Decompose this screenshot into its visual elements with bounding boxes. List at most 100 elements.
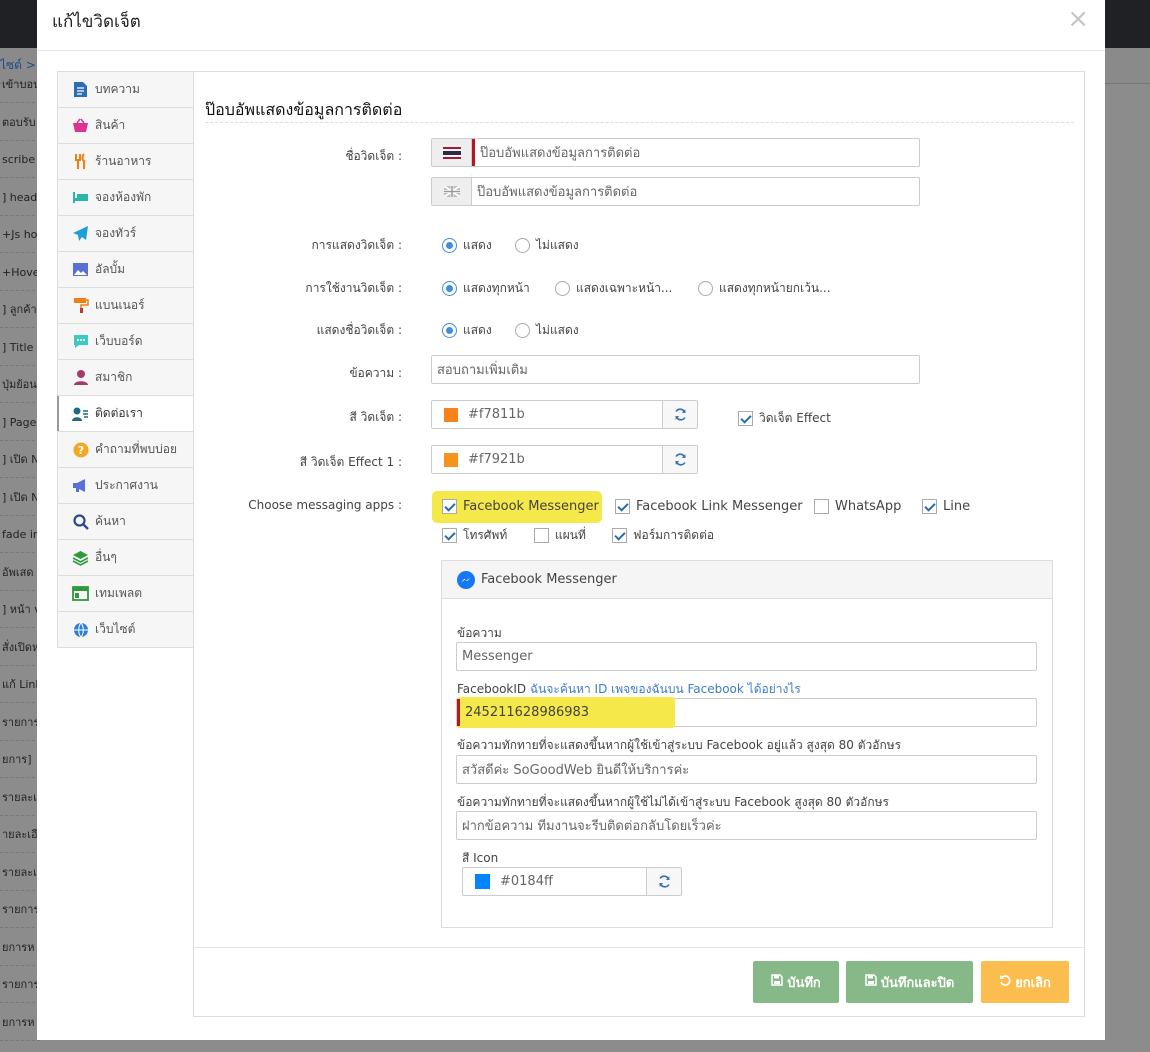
nav-item-5[interactable]: จองทัวร์	[58, 216, 193, 252]
color-swatch[interactable]	[475, 874, 490, 889]
message-input[interactable]: สอบถามเพิ่มเติม	[431, 355, 920, 384]
basket-icon	[72, 117, 89, 134]
messaging-apps-label: Choose messaging apps :	[248, 498, 402, 512]
background-list-item: ยการห	[0, 1004, 40, 1041]
show-name-option-show[interactable]: แสดง	[442, 321, 492, 340]
nav-item-3[interactable]: ร้านอาหาร	[58, 144, 193, 180]
app-facebook-messenger-checkbox[interactable]: Facebook Messenger	[442, 499, 599, 514]
app-phone-checkbox[interactable]: โทรศัพท์	[442, 526, 507, 545]
background-list-item: fade in	[0, 516, 40, 553]
greeting-logged-out-input[interactable]: ฝากข้อความ ทีมงานจะรีบติดต่อกลับโดยเร็วค…	[456, 811, 1037, 840]
nav-item-11[interactable]: ? คำถามที่พบบ่อย	[58, 432, 193, 468]
nav-item-10[interactable]: ติดต่อเรา	[57, 396, 193, 432]
nav-item-7[interactable]: แบนเนอร์	[58, 288, 193, 324]
thai-flag-icon	[432, 139, 472, 166]
app-contact-form-checkbox[interactable]: ฟอร์มการติดต่อ	[612, 526, 714, 545]
search-icon	[72, 513, 89, 530]
app-facebook-link-messenger-checkbox[interactable]: Facebook Link Messenger	[615, 499, 803, 514]
widget-name-th-input[interactable]: ป๊อบอัพแสดงข้อมูลการติดต่อ	[431, 138, 920, 167]
background-list-item: ] เปิด N	[0, 441, 40, 478]
color-swatch[interactable]	[444, 407, 458, 422]
image-icon	[72, 261, 89, 278]
facebook-id-input[interactable]: 245211628986983	[456, 697, 1037, 728]
cutlery-icon	[72, 153, 89, 170]
background-list-item: รายการ	[0, 891, 40, 928]
nav-item-label: เว็บบอร์ด	[95, 334, 143, 348]
nav-item-8[interactable]: เว็บบอร์ด	[58, 324, 193, 360]
nav-item-16[interactable]: เว็บไซต์	[58, 612, 193, 648]
background-list-item: ] Title t	[0, 329, 40, 366]
app-line-checkbox[interactable]: Line	[922, 499, 970, 514]
facebook-id-value: 245211628986983	[465, 705, 590, 720]
widget-color-value: #f7811b	[468, 407, 525, 422]
usage-option-except[interactable]: แสดงทุกหน้ายกเว้น...	[698, 279, 831, 298]
background-list-item: เข้าบอนด์	[0, 66, 40, 103]
uk-flag-icon	[432, 178, 472, 205]
widget-name-en-input[interactable]: ป๊อบอัพแสดงข้อมูลการติดต่อ	[431, 177, 920, 206]
background-list-item: +Hover	[0, 254, 40, 291]
refresh-icon[interactable]	[662, 446, 697, 473]
background-list-item: +Js hov	[0, 216, 40, 253]
nav-item-6[interactable]: อัลบั้ม	[58, 252, 193, 288]
nav-item-2[interactable]: สินค้า	[58, 108, 193, 144]
refresh-icon[interactable]	[646, 868, 681, 895]
nav-item-4[interactable]: จองห้องพัก	[58, 180, 193, 216]
show-name-option-hide[interactable]: ไม่แสดง	[515, 321, 579, 340]
close-icon[interactable]: ×	[1067, 6, 1089, 32]
floppy-icon	[771, 974, 783, 990]
modal-header: แก้ไขวิดเจ็ต ×	[37, 0, 1105, 51]
nav-item-label: แบนเนอร์	[95, 298, 145, 312]
greeting-logged-in-input[interactable]: สวัสดีค่ะ SoGoodWeb ยินดีให้บริการค่ะ	[456, 755, 1037, 784]
app-map-checkbox[interactable]: แผนที่	[534, 526, 586, 545]
nav-item-1[interactable]: บทความ	[58, 72, 193, 108]
nav-item-label: บทความ	[95, 82, 140, 96]
comment-icon	[72, 333, 89, 350]
widget-name-th-value: ป๊อบอัพแสดงข้อมูลการติดต่อ	[480, 146, 641, 161]
globe-icon	[72, 621, 89, 638]
background-list-item: ยการ]	[0, 741, 40, 778]
widget-color-input[interactable]: #f7811b	[431, 400, 698, 429]
panel-title: Facebook Messenger	[481, 572, 617, 587]
radio-icon	[698, 281, 713, 296]
nav-item-15[interactable]: เทมเพลต	[58, 576, 193, 612]
save-and-close-button[interactable]: บันทึกและปิด	[846, 961, 973, 1003]
usage-option-specific[interactable]: แสดงเฉพาะหน้า...	[555, 279, 672, 298]
color-swatch[interactable]	[444, 452, 458, 467]
messenger-icon	[457, 570, 475, 589]
widget-form-panel: ป๊อบอัพแสดงข้อมูลการติดต่อ ชื่อวิดเจ็ต :…	[193, 71, 1085, 1017]
display-option-hide[interactable]: ไม่แสดง	[515, 236, 579, 255]
panel-header: Facebook Messenger	[442, 561, 1052, 599]
icon-color-input[interactable]: #0184ff	[462, 867, 682, 896]
modal-title: แก้ไขวิดเจ็ต	[52, 12, 141, 32]
facebook-id-help-link[interactable]: ฉันจะค้นหา ID เพจของฉันบน Facebook ได้อย…	[530, 682, 801, 696]
background-list-item: รายการ	[0, 704, 40, 741]
messenger-message-input[interactable]: Messenger	[456, 642, 1037, 671]
nav-item-label: จองทัวร์	[95, 226, 137, 240]
nav-item-label: เทมเพลต	[95, 586, 143, 600]
widget-color-label: สี วิดเจ็ต :	[349, 410, 402, 424]
widget-effect-color-input[interactable]: #f7921b	[431, 445, 698, 474]
widget-effect-checkbox[interactable]: วิดเจ็ต Effect	[738, 409, 831, 428]
display-label: การแสดงวิดเจ็ต :	[311, 238, 402, 252]
checkbox-icon	[612, 528, 627, 543]
app-whatsapp-checkbox[interactable]: WhatsApp	[814, 499, 901, 514]
refresh-icon[interactable]	[662, 401, 697, 428]
background-list-item: ] หน้า v	[0, 591, 40, 628]
background-list-item: รายละเ	[0, 779, 40, 816]
nav-item-13[interactable]: ค้นหา	[58, 504, 193, 540]
cancel-button[interactable]: ยกเลิก	[981, 961, 1069, 1003]
nav-item-12[interactable]: ประกาศงาน	[58, 468, 193, 504]
nav-item-14[interactable]: อื่นๆ	[58, 540, 193, 576]
layers-icon	[72, 549, 89, 566]
nav-item-9[interactable]: สมาชิก	[58, 360, 193, 396]
checkbox-icon	[615, 499, 630, 514]
usage-option-all[interactable]: แสดงทุกหน้า	[442, 279, 530, 298]
save-button[interactable]: บันทึก	[753, 961, 839, 1003]
checkbox-icon	[814, 499, 829, 514]
display-option-show[interactable]: แสดง	[442, 236, 492, 255]
radio-icon	[442, 323, 457, 338]
section-divider	[205, 122, 1074, 123]
nav-item-label: คำถามที่พบบ่อย	[95, 442, 177, 456]
background-list-item: ตอบรับ	[0, 104, 40, 141]
messenger-message-label: ข้อความ	[457, 626, 502, 640]
